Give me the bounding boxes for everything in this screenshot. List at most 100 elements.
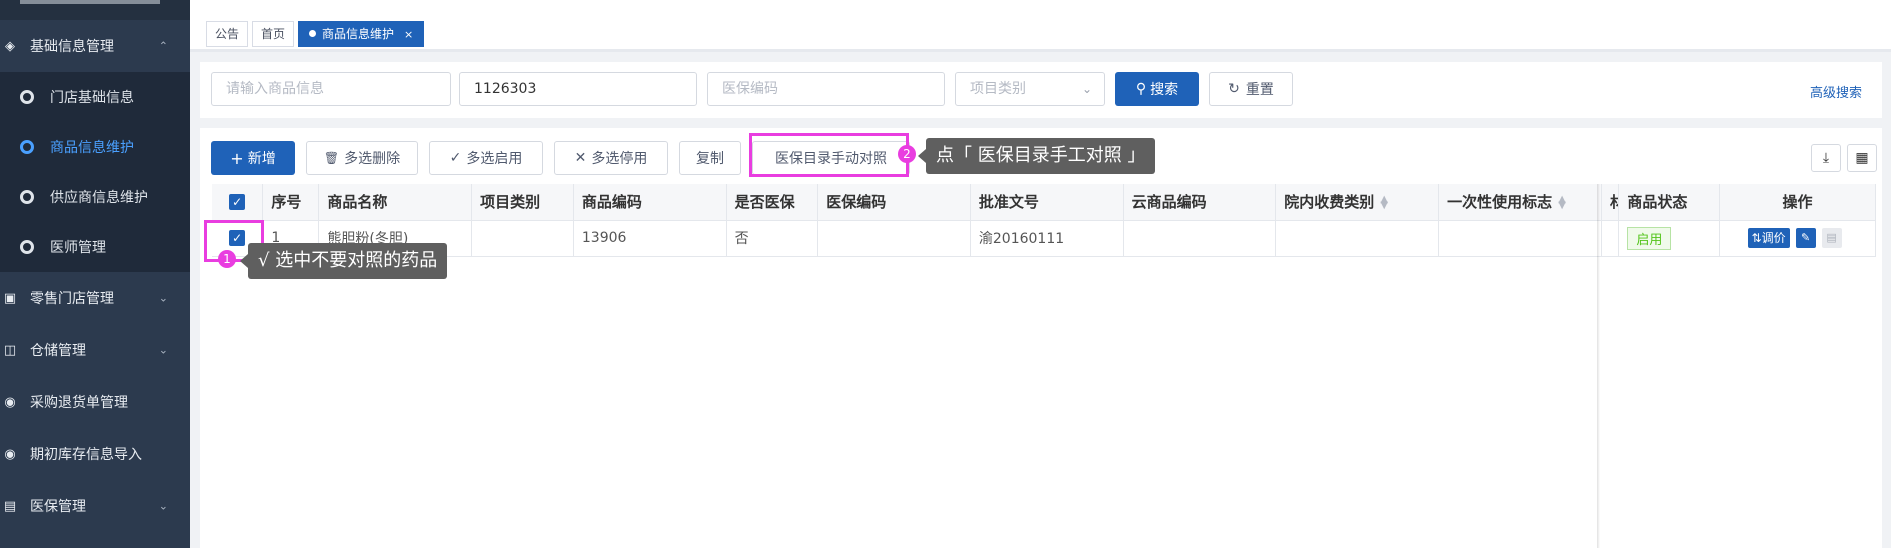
plus-icon: + — [230, 148, 244, 168]
chevron-down-icon: ⌄ — [1081, 82, 1092, 96]
sidebar-item-label: 供应商信息维护 — [50, 190, 148, 206]
column-header-approval-no: 批准文号 — [970, 184, 1124, 221]
batch-enable-button[interactable]: ✓ 多选启用 — [429, 141, 543, 175]
refresh-icon: ↻ — [1228, 81, 1240, 97]
sidebar-group-retail-store[interactable]: ▣ 零售门店管理 ⌄ — [0, 272, 190, 324]
column-header-index: 序号 — [262, 184, 320, 221]
tab-label: 公告 — [215, 27, 240, 41]
cell-disposable-flag — [1438, 220, 1603, 257]
close-icon: ✕ — [574, 150, 587, 166]
cell-is-insurance: 否 — [726, 220, 819, 257]
batch-delete-button[interactable]: 🗑 多选删除 — [306, 141, 418, 175]
sidebar-item-label: 商品信息维护 — [50, 140, 134, 156]
select-all-checkbox[interactable]: ✓ — [212, 184, 264, 221]
circle-icon — [20, 140, 34, 154]
column-header-code: 商品编码 — [573, 184, 727, 221]
active-dot-icon — [309, 30, 316, 37]
export-button[interactable]: ⤓ — [1811, 144, 1841, 172]
logo — [20, 0, 160, 4]
tab-product-info[interactable]: 商品信息维护 × — [298, 21, 425, 47]
sidebar: ◈ 基础信息管理 ⌃ 门店基础信息 商品信息维护 供应商信息维护 医师管理 ▣ … — [0, 0, 190, 548]
sidebar-group-label: 仓储管理 — [30, 343, 86, 359]
insurance-code-input[interactable]: 医保编码 — [707, 72, 945, 106]
tooltip-step1: √ 选中不要对照的药品 — [239, 243, 448, 279]
status-badge: 启用 — [1627, 226, 1672, 250]
category-select-placeholder: 项目类别 — [970, 81, 1026, 97]
column-header-cloud-code: 云商品编码 — [1123, 184, 1277, 221]
column-header-label: 一次性使用标志 — [1447, 193, 1553, 212]
column-header-fee-category[interactable]: 院内收费类别 ▲ ▼ — [1275, 184, 1440, 221]
cell-actions: ⇅调价 ✎ ▤ — [1719, 220, 1876, 257]
sidebar-item-product-info[interactable]: 商品信息维护 — [0, 122, 190, 172]
product-search-input[interactable]: 请输入商品信息 — [211, 72, 451, 106]
sidebar-group-initial-stock[interactable]: ◉ 期初库存信息导入 — [0, 428, 190, 480]
batch-disable-label: 多选停用 — [591, 151, 648, 167]
fixed-column-shadow — [1597, 184, 1600, 548]
tab-label: 商品信息维护 — [322, 27, 395, 41]
grid-icon: ▦ — [1855, 150, 1869, 166]
circle-icon — [20, 190, 34, 204]
batch-disable-button[interactable]: ✕ 多选停用 — [554, 141, 668, 175]
sidebar-item-supplier-info[interactable]: 供应商信息维护 — [0, 172, 190, 222]
reset-button[interactable]: ↻ 重置 — [1209, 72, 1293, 106]
search-panel: 请输入商品信息 1126303 医保编码 项目类别 ⌄ ⚲ 搜索 ↻ 重置 高级搜索 — [200, 62, 1882, 118]
advanced-search-link[interactable]: 高级搜索 — [1810, 82, 1862, 101]
cell-fee-category — [1275, 220, 1440, 257]
sidebar-group-purchase-return[interactable]: ◉ 采购退货单管理 — [0, 376, 190, 428]
category-select[interactable]: 项目类别 ⌄ — [955, 72, 1105, 106]
cell-code: 13906 — [573, 220, 727, 257]
edit-button[interactable]: ✎ — [1795, 228, 1816, 248]
column-settings-button[interactable]: ▦ — [1847, 144, 1877, 172]
table-row[interactable]: ✓ 1 熊胆粉(冬胆) 13906 否 渝20160111 启用 ⇅调价 ✎ ▤ — [212, 220, 1876, 257]
tooltip-step2: 点「 医保目录手工对照 」 — [917, 138, 1156, 174]
column-header-label: 院内收费类别 — [1284, 193, 1375, 212]
tab-label: 首页 — [261, 27, 286, 41]
search-button[interactable]: ⚲ 搜索 — [1115, 72, 1199, 106]
sidebar-group-label: 期初库存信息导入 — [30, 447, 142, 463]
trash-icon: 🗑 — [323, 151, 340, 165]
trash-icon: ▤ — [1826, 231, 1837, 244]
close-icon[interactable]: × — [404, 28, 413, 41]
tab-notice[interactable]: 公告 — [206, 21, 249, 47]
sidebar-group-label: 零售门店管理 — [30, 291, 114, 307]
sidebar-item-store-info[interactable]: 门店基础信息 — [0, 72, 190, 122]
column-header-disposable-flag[interactable]: 一次性使用标志 ▲ ▼ — [1438, 184, 1603, 221]
column-header-insurance-code: 医保编码 — [817, 184, 971, 221]
sort-icon[interactable]: ▲ ▼ — [1380, 194, 1388, 210]
sidebar-group-warehouse[interactable]: ◫ 仓储管理 ⌄ — [0, 324, 190, 376]
product-table: ✓ 序号 商品名称 项目类别 商品编码 是否医保 医保编码 批准文号 云商品编码… — [212, 184, 1876, 257]
column-header-is-insurance: 是否医保 — [726, 184, 819, 221]
product-code-input[interactable]: 1126303 — [459, 72, 697, 106]
adjust-price-button[interactable]: ⇅调价 — [1747, 228, 1790, 248]
cell-truncated — [1601, 220, 1620, 257]
cell-approval-no: 渝20160111 — [970, 220, 1124, 257]
sidebar-group-label: 采购退货单管理 — [30, 395, 128, 411]
sidebar-item-label: 门店基础信息 — [50, 90, 134, 106]
column-header-status: 商品状态 — [1618, 184, 1721, 221]
tab-home[interactable]: 首页 — [252, 21, 295, 47]
add-button-label: 新增 — [247, 151, 276, 167]
column-header-actions: 操作 — [1719, 184, 1876, 221]
sort-icon[interactable]: ▲ ▼ — [1558, 194, 1566, 210]
add-button[interactable]: + 新增 — [211, 141, 295, 175]
warehouse-icon: ◫ — [3, 342, 17, 358]
pencil-icon: ✎ — [1800, 231, 1811, 244]
delete-button[interactable]: ▤ — [1821, 228, 1842, 248]
circle-icon: ◉ — [4, 446, 16, 462]
search-icon: ⚲ — [1135, 81, 1147, 97]
chevron-up-icon: ⌃ — [158, 39, 168, 53]
table-header-row: ✓ 序号 商品名称 项目类别 商品编码 是否医保 医保编码 批准文号 云商品编码… — [212, 184, 1876, 221]
sidebar-item-doctor[interactable]: 医师管理 — [0, 222, 190, 272]
swap-icon: ⇅ — [1751, 231, 1762, 245]
copy-button[interactable]: 复制 — [679, 141, 741, 175]
circle-icon: ◉ — [4, 394, 16, 410]
sidebar-group-label: 基础信息管理 — [30, 39, 114, 55]
sidebar-group-medical-insurance[interactable]: ▤ 医保管理 ⌄ — [0, 480, 190, 532]
download-icon: ⤓ — [1822, 150, 1830, 166]
cell-cloud-code — [1123, 220, 1277, 257]
batch-delete-label: 多选删除 — [344, 151, 401, 167]
chevron-down-icon: ⌄ — [158, 291, 168, 305]
column-header-name: 商品名称 — [318, 184, 473, 221]
chevron-down-icon: ⌄ — [158, 343, 168, 357]
sidebar-group-basic-info[interactable]: ◈ 基础信息管理 ⌃ — [0, 20, 190, 72]
